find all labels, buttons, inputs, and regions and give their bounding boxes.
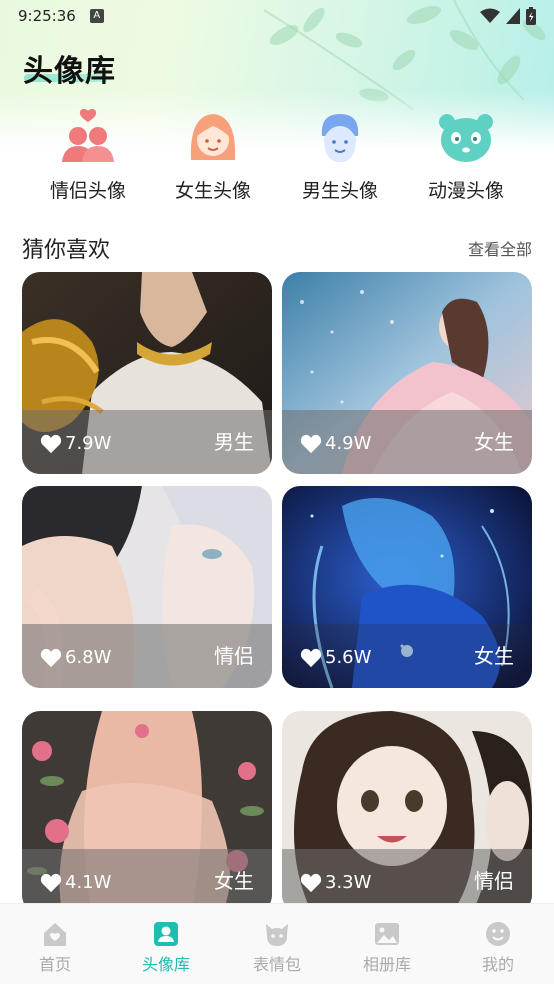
tab-label: 头像库: [141, 955, 190, 974]
couple-icon: [62, 108, 114, 162]
emoji-cat-icon: [266, 924, 288, 946]
category-label: 女生头像: [174, 180, 251, 202]
view-all-link[interactable]: 查看全部: [468, 236, 532, 260]
like-count-text: 4.9W: [325, 433, 372, 454]
like-count: 4.9W: [300, 433, 371, 454]
card-tag: 男生: [214, 430, 254, 454]
category-boy[interactable]: 男生头像: [280, 108, 400, 203]
card-tag: 女生: [474, 430, 514, 454]
battery-icon: [526, 7, 536, 25]
like-count: 4.1W: [40, 872, 111, 893]
like-count: 5.6W: [300, 647, 371, 668]
girl-icon: [190, 114, 236, 160]
category-label: 情侣头像: [49, 180, 126, 202]
tab-label: 相册库: [362, 955, 411, 974]
like-count: 7.9W: [40, 433, 111, 454]
panda-icon: [439, 114, 493, 162]
like-count-text: 7.9W: [65, 433, 112, 454]
tab-emoji[interactable]: 表情包: [237, 920, 317, 975]
page-title: 头像库: [23, 54, 116, 89]
avatar-card[interactable]: 7.9W 男生: [22, 272, 272, 474]
bottom-tab-bar: 首页 头像库 表情包 相册库 我的: [0, 903, 554, 984]
heart-icon: [300, 434, 322, 453]
category-row: 情侣头像 女生头像 男生头像 动漫头像: [0, 108, 554, 204]
heart-icon: [40, 648, 62, 667]
tab-label: 首页: [38, 955, 71, 974]
heart-icon: [300, 873, 322, 892]
card-tag: 女生: [474, 644, 514, 668]
tab-album[interactable]: 相册库: [347, 920, 427, 975]
heart-icon: [40, 873, 62, 892]
avatar-card[interactable]: 4.9W 女生: [282, 272, 532, 474]
tab-avatar-library[interactable]: 头像库: [126, 920, 206, 975]
tab-label: 表情包: [252, 955, 301, 974]
avatar-icon: [154, 922, 178, 946]
avatar-card[interactable]: 6.8W 情侣: [22, 486, 272, 688]
card-tag: 情侣: [474, 869, 514, 893]
avatar-card[interactable]: 4.1W 女生: [22, 711, 272, 913]
like-count-text: 4.1W: [65, 872, 112, 893]
category-label: 动漫头像: [427, 180, 504, 202]
like-count: 3.3W: [300, 872, 371, 893]
status-bar: 9:25:36 A: [0, 0, 554, 32]
heart-icon: [40, 434, 62, 453]
wifi-icon: [480, 8, 500, 23]
home-icon: [44, 923, 66, 946]
status-time: 9:25:36: [18, 7, 76, 25]
category-couple[interactable]: 情侣头像: [28, 108, 148, 203]
signal-icon: [506, 8, 520, 24]
like-count-text: 5.6W: [325, 647, 372, 668]
album-icon: [375, 923, 399, 945]
notification-icon: A: [89, 9, 104, 23]
tab-label: 我的: [481, 955, 514, 974]
tab-home[interactable]: 首页: [15, 920, 95, 975]
heart-icon: [300, 648, 322, 667]
category-girl[interactable]: 女生头像: [153, 108, 273, 203]
avatar-card[interactable]: 5.6W 女生: [282, 486, 532, 688]
category-anime[interactable]: 动漫头像: [406, 108, 526, 203]
like-count-text: 3.3W: [325, 872, 372, 893]
card-tag: 女生: [214, 869, 254, 893]
card-tag: 情侣: [214, 644, 254, 668]
avatar-card[interactable]: 3.3W 情侣: [282, 711, 532, 913]
like-count: 6.8W: [40, 647, 111, 668]
status-indicators: [480, 7, 536, 25]
like-count-text: 6.8W: [65, 647, 112, 668]
boy-icon: [321, 114, 359, 162]
section-title: 猜你喜欢: [22, 238, 111, 263]
category-label: 男生头像: [301, 180, 378, 202]
tab-profile[interactable]: 我的: [458, 920, 538, 975]
smile-icon: [486, 922, 510, 946]
